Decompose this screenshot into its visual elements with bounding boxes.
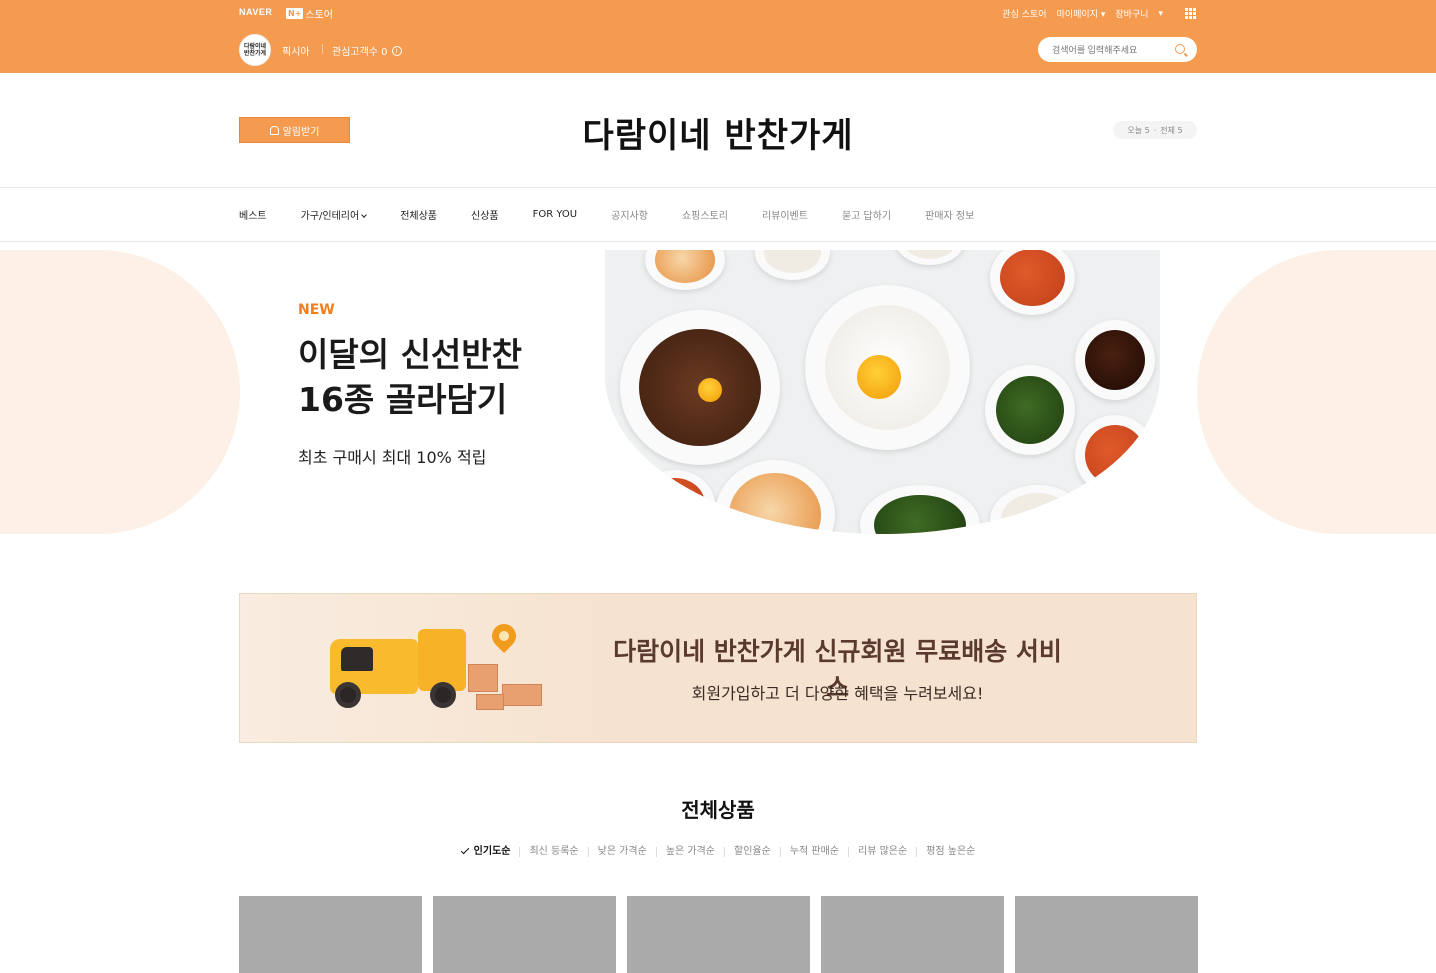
logo-text-2: 반찬가게 [243, 50, 267, 57]
product-card[interactable] [239, 896, 422, 973]
promo-subtitle: 회원가입하고 더 다양한 혜택을 누려보세요! [691, 684, 984, 703]
fan-count: 관심고객수 0 i [332, 43, 402, 58]
product-grid [239, 896, 1198, 973]
search-input[interactable] [1038, 37, 1197, 62]
cart-link[interactable]: 장바구니 [1115, 7, 1148, 20]
nav-best[interactable]: 베스트 [239, 207, 267, 222]
product-card[interactable] [433, 896, 616, 973]
sort-low-price[interactable]: 낮은 가격순 [587, 847, 656, 857]
store-title[interactable]: 다람이네 반찬가게 [0, 108, 1436, 157]
location-pin-icon [487, 619, 521, 653]
logo-text-1: 다람이네 [243, 43, 267, 50]
section-title: 전체상품 [681, 798, 755, 822]
dot-separator: · [1153, 125, 1157, 135]
fan-count-label: 관심고객수 0 [332, 47, 388, 58]
food-image [605, 250, 1160, 534]
chevron-down-icon [361, 212, 368, 218]
sort-high-price[interactable]: 높은 가격순 [655, 847, 724, 857]
nav-new-products[interactable]: 신상품 [471, 207, 499, 222]
sort-options: 인기도순 최신 등록순 낮은 가격순 높은 가격순 할인율순 누적 판매순 리뷰… [0, 845, 1436, 857]
nav-furniture-label: 가구/인테리어 [300, 211, 360, 222]
nav-seller-info[interactable]: 판매자 정보 [925, 207, 974, 222]
product-card[interactable] [821, 896, 1004, 973]
sort-popular-label: 인기도순 [473, 846, 511, 857]
top-bar: NAVER N+ 스토어 관심 스토어 마이페이지 ▾ 장바구니 ▾ [0, 0, 1436, 26]
sort-sales[interactable]: 누적 판매순 [779, 847, 848, 857]
nav-all-products[interactable]: 전체상품 [400, 207, 437, 222]
apps-grid-icon[interactable] [1185, 8, 1196, 19]
search-icon[interactable] [1175, 44, 1185, 54]
nplus-icon: N+ [286, 8, 304, 19]
top-links: 관심 스토어 마이페이지 ▾ 장바구니 ▾ [1002, 7, 1196, 20]
sort-reviews[interactable]: 리뷰 많은순 [848, 847, 916, 857]
free-shipping-banner[interactable]: 다람이네 반찬가게 신규회원 무료배송 서비스 회원가입하고 더 다양한 혜택을… [239, 593, 1197, 743]
info-icon[interactable]: i [391, 45, 402, 56]
truck-illustration [240, 594, 605, 742]
hero-banner[interactable]: NEW 이달의 신선반찬 16종 골라담기 최초 구매시 최대 10% 적립 [0, 250, 1436, 534]
nav-for-you[interactable]: FOR YOU [533, 209, 578, 220]
nav-furniture[interactable]: 가구/인테리어 [300, 207, 368, 222]
divider [322, 44, 323, 54]
store-bar: 다람이네 반찬가게 픽시아 관심고객수 0 i [0, 26, 1436, 73]
nav-notice[interactable]: 공지사항 [611, 207, 648, 222]
category-nav: 베스트 가구/인테리어 전체상품 신상품 FOR YOU 공지사항 쇼핑스토리 … [0, 187, 1436, 242]
nav-review-event[interactable]: 리뷰이벤트 [762, 207, 808, 222]
nstore-label: 스토어 [305, 10, 334, 21]
visit-counter: 오늘 5 · 전체 5 [1113, 121, 1197, 139]
sort-newest[interactable]: 최신 등록순 [519, 847, 587, 857]
mypage-link[interactable]: 마이페이지 ▾ [1057, 7, 1106, 20]
store-name[interactable]: 픽시아 [282, 43, 310, 58]
hero-decoration-left [0, 250, 240, 534]
nav-shopping-story[interactable]: 쇼핑스토리 [682, 207, 728, 222]
hero-subtext: 최초 구매시 최대 10% 적립 [298, 448, 487, 467]
hero-headline: 이달의 신선반찬 16종 골라담기 [298, 335, 523, 419]
product-card[interactable] [1015, 896, 1198, 973]
new-badge: NEW [298, 302, 335, 318]
store-logo[interactable]: 다람이네 반찬가게 [239, 34, 271, 66]
visit-today: 오늘 5 [1127, 125, 1150, 135]
sort-popular[interactable]: 인기도순 [452, 845, 520, 857]
product-card[interactable] [627, 896, 810, 973]
nav-qna[interactable]: 묻고 답하기 [842, 207, 891, 222]
more-dropdown[interactable]: ▾ [1158, 9, 1163, 19]
sort-rating[interactable]: 평점 높은순 [916, 847, 984, 857]
check-icon [460, 845, 469, 855]
naver-logo[interactable]: NAVER [239, 7, 272, 17]
favorite-stores-link[interactable]: 관심 스토어 [1002, 7, 1046, 20]
naver-store-link[interactable]: N+ 스토어 [286, 6, 333, 21]
sort-discount[interactable]: 할인율순 [724, 847, 780, 857]
visit-total: 전체 5 [1160, 125, 1183, 135]
hero-decoration-right [1197, 250, 1436, 534]
